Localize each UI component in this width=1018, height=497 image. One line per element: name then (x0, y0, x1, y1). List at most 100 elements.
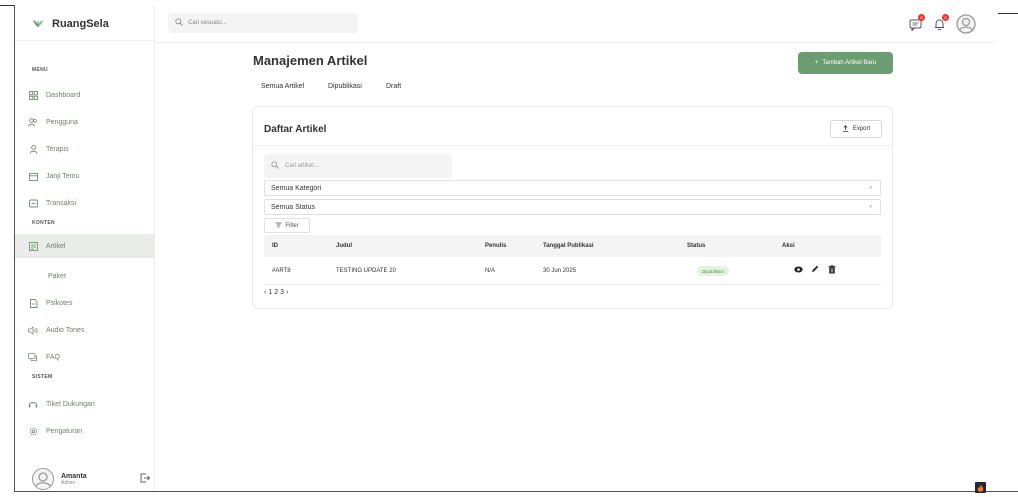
column-header-aksi: Aksi (782, 243, 795, 249)
messages-badge: 0 (918, 14, 925, 21)
frame-edge-bottom (14, 491, 1018, 492)
user-name: Amanta (61, 472, 87, 480)
column-header-tanggal[interactable]: Tanggal Publikasi (543, 243, 594, 249)
cell-id: #ART8 (272, 268, 291, 274)
sidebar-item-pengguna[interactable]: Pengguna (15, 110, 155, 134)
articles-card: Daftar Artikel Export Cari artikel... Se… (252, 106, 893, 309)
status-select-value: Semua Status (271, 203, 315, 211)
sidebar-item-label: Artikel (46, 242, 66, 250)
pagination-page-2[interactable]: 2 (274, 289, 278, 296)
table-header: ID Judul Penulis Tanggal Publikasi Statu… (264, 235, 881, 257)
search-icon (175, 18, 183, 28)
pagination-prev[interactable]: ‹ (264, 289, 266, 296)
tab-semua-artikel[interactable]: Semua Artikel (261, 83, 304, 90)
profile-avatar[interactable] (955, 14, 977, 36)
column-header-status[interactable]: Status (687, 243, 705, 249)
dashboard-icon (28, 90, 38, 100)
category-select-value: Semua Kategori (271, 184, 322, 192)
sidebar-item-label: Audio Tones (46, 326, 85, 334)
column-header-penulis[interactable]: Penulis (485, 243, 506, 249)
cell-author: N/A (485, 268, 496, 274)
sidebar-item-artikel[interactable]: Artikel (15, 234, 155, 258)
card-divider (253, 145, 892, 146)
faq-icon (28, 352, 38, 362)
add-article-button[interactable]: + Tambah Artikel Baru (798, 52, 893, 74)
sidebar-item-pengaturan[interactable]: Pengaturan (15, 419, 155, 443)
topbar-divider (155, 42, 995, 43)
document-icon (28, 298, 38, 308)
column-header-judul[interactable]: Judul (336, 243, 352, 249)
chevron-down-icon: ▾ (869, 185, 872, 191)
top-icons: 0 0 (907, 14, 977, 36)
sidebar-item-faq[interactable]: FAQ (15, 345, 155, 369)
sidebar-item-psikotes[interactable]: Psikotes (15, 291, 155, 315)
article-icon (28, 241, 38, 251)
sidebar-item-label: Paket (48, 272, 66, 280)
user-icon (28, 144, 38, 154)
user-role: Admin (61, 479, 76, 486)
pagination: ‹ 1 2 3 › (264, 289, 288, 296)
sidebar-item-label: Psikotes (46, 299, 73, 307)
notifications-badge: 0 (942, 14, 949, 21)
sidebar-item-audio-tones[interactable]: Audio Tones (15, 318, 155, 342)
status-select[interactable]: Semua Status ▾ (264, 199, 881, 215)
sidebar-item-label: Dashboard (46, 91, 81, 99)
pagination-page-1[interactable]: 1 (268, 289, 272, 296)
status-badge: Dipublikasi (697, 266, 729, 276)
column-header-id[interactable]: ID (272, 243, 278, 249)
sidebar-item-label: FAQ (46, 353, 61, 361)
tab-draft[interactable]: Draft (386, 83, 401, 90)
edit-icon[interactable] (810, 264, 820, 274)
gear-icon (28, 426, 38, 436)
sidebar-item-label: Transaksi (46, 199, 77, 207)
filter-button[interactable]: Filter (264, 218, 310, 233)
article-search-input[interactable]: Cari artikel... (264, 154, 452, 178)
export-button[interactable]: Export (830, 120, 882, 138)
section-label-sistem: SISTEM (32, 374, 53, 380)
add-article-label: Tambah Artikel Baru (822, 60, 877, 66)
sidebar-item-dashboard[interactable]: Dashboard (15, 83, 155, 107)
calendar-icon (28, 171, 38, 181)
tab-dipublikasi[interactable]: Dipublikasi (328, 83, 362, 90)
sidebar-item-janji-temu[interactable]: Janji Temu (15, 164, 155, 188)
section-label-menu: MENU (32, 67, 48, 73)
export-label: Export (852, 126, 871, 132)
sidebar-item-tiket-dukungan[interactable]: Tiket Dukungan (15, 392, 155, 416)
logout-icon[interactable] (140, 473, 151, 485)
card-title: Daftar Artikel (264, 124, 327, 135)
flame-icon[interactable] (975, 482, 986, 493)
sidebar-item-label: Janji Temu (46, 172, 80, 180)
sidebar-item-transaksi[interactable]: Transaksi (15, 191, 155, 215)
frame-edge-top-left (0, 5, 14, 6)
cell-title: TESTING UPDATE 20 (336, 268, 396, 274)
sidebar-item-label: Tiket Dukungan (46, 400, 95, 408)
filter-label: Filter (285, 222, 299, 229)
global-search-input[interactable]: Cari sesuatu... (168, 13, 358, 33)
table-row[interactable]: #ART8 TESTING UPDATE 20 N/A 30 Jun 2025 … (264, 257, 881, 285)
sidebar-item-paket[interactable]: Paket (15, 264, 155, 288)
user-profile[interactable]: Amanta Admin (32, 466, 151, 492)
row-actions (793, 264, 837, 274)
sidebar-item-label: Pengaturan (46, 427, 83, 435)
delete-icon[interactable] (827, 264, 837, 274)
leaf-icon (32, 18, 44, 30)
chevron-down-icon: ▾ (869, 204, 872, 210)
user-info: Amanta Admin (61, 473, 87, 486)
section-label-konten: KONTEN (32, 220, 55, 226)
category-select[interactable]: Semua Kategori ▾ (264, 180, 881, 196)
search-icon (271, 161, 279, 171)
users-icon (28, 117, 38, 127)
search-placeholder: Cari sesuatu... (188, 20, 227, 26)
avatar-icon (956, 14, 976, 36)
brand-name: RuangSela (52, 18, 109, 30)
sidebar-item-terapis[interactable]: Terapis (15, 137, 155, 161)
frame-edge-top-right (998, 13, 1018, 14)
notifications-button[interactable]: 0 (931, 14, 949, 33)
brand[interactable]: RuangSela (32, 16, 109, 32)
messages-button[interactable]: 0 (907, 14, 925, 33)
view-icon[interactable] (793, 264, 803, 274)
pagination-page-3[interactable]: 3 (280, 289, 284, 296)
pagination-next[interactable]: › (286, 289, 288, 296)
filter-icon (275, 222, 282, 230)
headset-icon (28, 399, 38, 409)
